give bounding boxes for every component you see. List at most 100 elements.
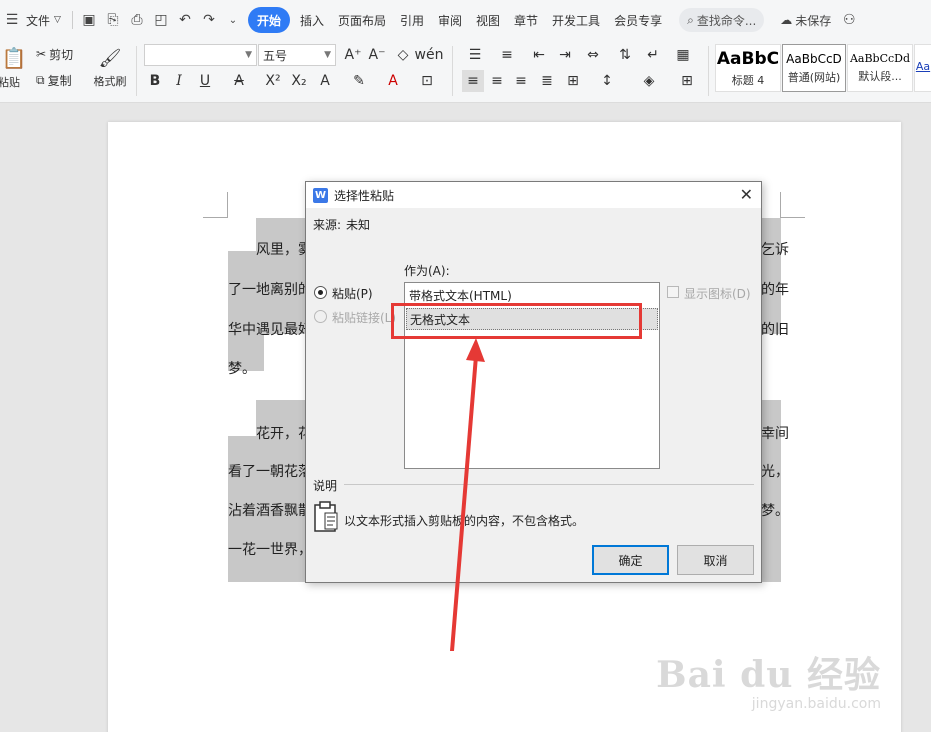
description-text: 以文本形式插入剪贴板的内容，不包含格式。 xyxy=(344,514,585,528)
shrink-font-icon[interactable]: A⁻ xyxy=(366,44,388,66)
margin-corner xyxy=(780,192,805,218)
format-painter-label: 格式刷 xyxy=(93,74,127,88)
file-menu-label: 文件 xyxy=(26,13,51,28)
style-more[interactable]: Aa xyxy=(914,44,931,92)
cut-button[interactable]: ✂ 剪切 xyxy=(36,44,73,64)
divider xyxy=(71,11,73,29)
borders-icon[interactable]: ⊞ xyxy=(676,70,698,92)
show-icon-checkbox[interactable] xyxy=(667,286,679,298)
superscript-icon[interactable]: X² xyxy=(262,70,284,92)
tab-developer[interactable]: 开发工具 xyxy=(545,7,607,33)
underline-icon[interactable]: U xyxy=(194,70,216,92)
increase-indent-icon[interactable]: ⇥ xyxy=(554,44,576,66)
chevron-down-icon: ▼ xyxy=(324,50,331,60)
font-size-select[interactable]: 五号 ▼ xyxy=(258,44,336,66)
tab-page-layout[interactable]: 页面布局 xyxy=(331,7,393,33)
export-icon[interactable]: ⎘ xyxy=(101,8,125,32)
save-icon[interactable]: ▣ xyxy=(77,8,101,32)
align-left-icon[interactable]: ≡ xyxy=(462,70,484,92)
watermark-brand: Bai du 经验 xyxy=(656,654,881,696)
shading-icon[interactable]: ◈ xyxy=(638,70,660,92)
cancel-button[interactable]: 取消 xyxy=(677,545,754,575)
user-icon[interactable]: ⚇ xyxy=(837,8,861,32)
distribute-icon[interactable]: ⊞ xyxy=(562,70,584,92)
font-color-icon[interactable]: A xyxy=(382,70,404,92)
tab-home[interactable]: 开始 xyxy=(247,7,290,33)
style-normal-web[interactable]: AaBbCcD 普通(网站) xyxy=(782,44,846,92)
document-line: 花开，花 xyxy=(256,426,312,442)
format-painter-button[interactable]: 🖌 格式刷 xyxy=(90,42,130,94)
text-effect-icon[interactable]: A xyxy=(314,70,336,92)
clipboard-text-icon xyxy=(314,501,338,532)
chinese-layout-icon[interactable]: ⇔ xyxy=(582,44,604,66)
document-line-fragment: 光， xyxy=(761,464,789,480)
print-preview-icon[interactable]: ◰ xyxy=(149,8,173,32)
cloud-icon: ☁ xyxy=(780,13,793,27)
tab-insert[interactable]: 插入 xyxy=(293,7,331,33)
font-name-select[interactable]: ▼ xyxy=(144,44,257,66)
margin-corner xyxy=(203,192,228,218)
ok-button[interactable]: 确定 xyxy=(592,545,669,575)
paste-radio-label[interactable]: 粘贴(P) xyxy=(332,285,373,302)
menu-bar: ☰ 文件 ▽ ▣ ⎘ ⎙ ◰ ↶ ↷ ⌄ 开始 插入 页面布局 引用 审阅 视图… xyxy=(0,0,931,40)
source-value: 未知 xyxy=(346,218,371,232)
bold-icon[interactable]: B xyxy=(144,70,166,92)
justify-icon[interactable]: ≣ xyxy=(536,70,558,92)
style-name: 标题 4 xyxy=(731,73,765,87)
tab-references[interactable]: 引用 xyxy=(393,7,431,33)
align-right-icon[interactable]: ≡ xyxy=(510,70,532,92)
strikethrough-icon[interactable]: A xyxy=(228,70,250,92)
tab-view[interactable]: 视图 xyxy=(469,7,507,33)
paste-link-radio[interactable] xyxy=(314,310,327,323)
divider xyxy=(136,46,137,96)
redo-icon[interactable]: ↷ xyxy=(197,8,221,32)
style-name: 默认段... xyxy=(858,70,902,83)
tab-review[interactable]: 审阅 xyxy=(431,7,469,33)
line-spacing-icon[interactable]: ↕ xyxy=(596,70,618,92)
paste-button[interactable]: 📋 粘贴 xyxy=(0,42,28,94)
document-line: 看了一朝花落 xyxy=(228,464,312,480)
tab-member[interactable]: 会员专享 xyxy=(607,7,669,33)
style-default-paragraph[interactable]: AaBbCcDd 默认段... xyxy=(847,44,913,92)
decrease-indent-icon[interactable]: ⇤ xyxy=(528,44,550,66)
copy-button[interactable]: ⧉ 复制 xyxy=(36,70,72,90)
highlight-icon[interactable]: ✎ xyxy=(348,70,370,92)
close-icon[interactable]: ✕ xyxy=(740,185,753,204)
baidu-jingyan-watermark: Bai du 经验 jingyan.baidu.com xyxy=(656,646,881,712)
sort-icon[interactable]: ⇅ xyxy=(614,44,636,66)
grow-font-icon[interactable]: A⁺ xyxy=(342,44,364,66)
paste-link-radio-label[interactable]: 粘贴链接(L) xyxy=(332,309,396,326)
command-search[interactable]: ⌕ 查找命令... xyxy=(679,8,765,32)
copy-label: 复制 xyxy=(47,73,72,88)
paste-radio[interactable] xyxy=(314,286,327,299)
subscript-icon[interactable]: X₂ xyxy=(288,70,310,92)
clear-format-icon[interactable]: ◇ xyxy=(392,44,414,66)
phonetic-guide-icon[interactable]: wén xyxy=(415,44,444,66)
document-line-fragment: 的旧 xyxy=(761,322,789,338)
tab-chapter[interactable]: 章节 xyxy=(507,7,545,33)
bullets-icon[interactable]: ☰ xyxy=(464,44,486,66)
search-icon: ⌕ xyxy=(687,12,694,27)
font-size-value: 五号 xyxy=(263,48,288,63)
watermark-url: jingyan.baidu.com xyxy=(751,696,881,712)
style-sample: AaBbCcD xyxy=(786,51,842,66)
copy-icon: ⧉ xyxy=(36,72,45,87)
description-divider xyxy=(344,484,754,485)
numbering-icon[interactable]: ≡ xyxy=(496,44,518,66)
char-border-icon[interactable]: ⊡ xyxy=(416,70,438,92)
dialog-titlebar[interactable]: W 选择性粘贴 ✕ xyxy=(306,182,761,208)
unsaved-label: 未保存 xyxy=(795,13,832,28)
unsaved-status[interactable]: ☁ 未保存 xyxy=(774,12,837,29)
document-line: 了一地离别的 xyxy=(228,282,312,298)
style-heading-4[interactable]: AaBbC 标题 4 xyxy=(715,44,781,92)
file-menu[interactable]: 文件 ▽ xyxy=(24,7,68,33)
hamburger-menu-icon[interactable]: ☰ xyxy=(0,8,24,32)
print-icon[interactable]: ⎙ xyxy=(125,8,149,32)
show-marks-icon[interactable]: ↵ xyxy=(642,44,664,66)
align-center-icon[interactable]: ≡ xyxy=(486,70,508,92)
table-grid-icon[interactable]: ▦ xyxy=(672,44,694,66)
customize-chevron-icon[interactable]: ⌄ xyxy=(221,8,245,32)
show-icon-label[interactable]: 显示图标(D) xyxy=(684,285,751,302)
undo-icon[interactable]: ↶ xyxy=(173,8,197,32)
italic-icon[interactable]: I xyxy=(168,70,190,92)
